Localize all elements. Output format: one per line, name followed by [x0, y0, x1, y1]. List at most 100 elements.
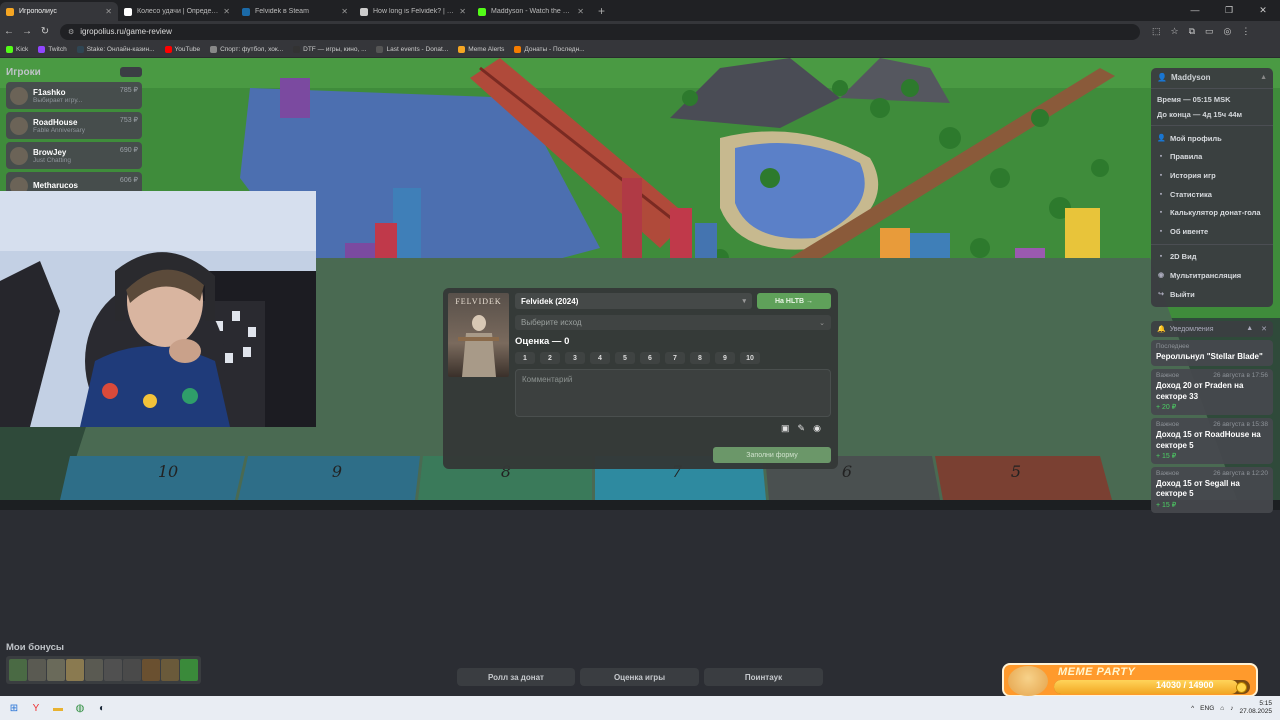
menu-item[interactable]: ▪ 2D Вид	[1151, 248, 1273, 267]
yandex-browser-icon[interactable]: Y	[28, 700, 44, 716]
player-card[interactable]: F1ashko Выбирает игру... 785 ₽	[6, 82, 142, 109]
sidebar-icon[interactable]: ▭	[1205, 26, 1214, 37]
windows-start-icon[interactable]: ⊞	[6, 700, 22, 716]
bookmark-item[interactable]: Донаты - Последн...	[514, 46, 585, 53]
points-auction-button[interactable]: Поинтаук	[704, 668, 823, 686]
bookmark-star-icon[interactable]: ☆	[1171, 26, 1179, 37]
chevron-up-icon[interactable]: ▲	[1246, 325, 1253, 333]
chrome-icon[interactable]: ◍	[72, 700, 88, 716]
bonus-slot[interactable]	[104, 659, 122, 681]
notification-date: 26 августа в 12:20	[1213, 469, 1268, 477]
bookmark-item[interactable]: DTF — игры, кино, ...	[293, 46, 366, 53]
menu-dots-icon[interactable]: ⋮	[1241, 26, 1250, 37]
steam-icon[interactable]: ◐	[94, 700, 110, 716]
player-balance: 785 ₽	[119, 87, 138, 94]
maximize-icon[interactable]: ❐	[1212, 0, 1246, 21]
file-explorer-icon[interactable]: ▬	[50, 700, 66, 716]
bonus-slot[interactable]	[9, 659, 27, 681]
tab-close-icon[interactable]: ✕	[223, 7, 230, 16]
bookmark-item[interactable]: YouTube	[164, 46, 200, 53]
clock[interactable]: 5:15 27.08.2025	[1239, 700, 1272, 716]
menu-item-label: История игр	[1170, 170, 1216, 180]
eye-icon[interactable]: ◉	[813, 423, 821, 434]
new-tab-button[interactable]: +	[590, 2, 613, 21]
menu-item[interactable]: ↪ Выйти	[1151, 285, 1273, 304]
game-select[interactable]: Felvidek (2024) ▾	[515, 293, 752, 309]
minimize-icon[interactable]: —	[1178, 0, 1212, 21]
bonus-slot[interactable]	[85, 659, 103, 681]
menu-item[interactable]: ▪ Об ивенте	[1151, 222, 1273, 241]
bonus-slot[interactable]	[180, 659, 198, 681]
profile-icon[interactable]: ◎	[1224, 26, 1232, 37]
comment-textarea[interactable]: Комментарий	[515, 369, 831, 417]
score-button[interactable]: 4	[590, 352, 610, 364]
user-menu-header[interactable]: 👤 Maddyson ▲	[1151, 70, 1273, 85]
browser-tab[interactable]: Колесо удачи | Определите по... ✕	[118, 2, 236, 21]
chevron-up-icon[interactable]: ^	[1191, 705, 1194, 712]
forward-icon[interactable]: →	[18, 26, 36, 37]
language-indicator[interactable]: ENG	[1200, 705, 1214, 712]
bookmark-item[interactable]: Спорт: футбол, хок...	[210, 46, 283, 53]
tab-close-icon[interactable]: ✕	[459, 7, 466, 16]
menu-item[interactable]: ◉ Мультитрансляция	[1151, 266, 1273, 285]
roll-for-donate-button[interactable]: Ролл за донат	[457, 668, 575, 686]
submit-button[interactable]: Заполни форму	[713, 447, 831, 463]
outcome-select[interactable]: Выберите исход ⌄	[515, 315, 831, 330]
browser-tab[interactable]: Игрополиус ✕	[0, 2, 118, 21]
score-button[interactable]: 3	[565, 352, 585, 364]
bookmark-item[interactable]: Last events - Donat...	[376, 46, 448, 53]
menu-item[interactable]: 👤 Мой профиль	[1151, 129, 1273, 148]
menu-item-icon: ◉	[1157, 272, 1165, 280]
tab-close-icon[interactable]: ✕	[105, 7, 112, 16]
back-icon[interactable]: ←	[0, 26, 18, 37]
bonus-slot[interactable]	[66, 659, 84, 681]
url-field[interactable]: ⚙ igropolius.ru/game-review	[60, 23, 1140, 40]
score-button[interactable]: 9	[715, 352, 735, 364]
menu-item[interactable]: ▪ Калькулятор донат-гола	[1151, 203, 1273, 222]
score-button[interactable]: 7	[665, 352, 685, 364]
bonus-slot[interactable]	[161, 659, 179, 681]
menu-item[interactable]: ▪ Статистика	[1151, 185, 1273, 204]
bonus-slot[interactable]	[28, 659, 46, 681]
install-icon[interactable]: ⬚	[1152, 26, 1161, 37]
bookmark-item[interactable]: Stake: Онлайн-казин...	[76, 46, 155, 53]
network-icon[interactable]: ⌂	[1220, 705, 1224, 712]
reload-icon[interactable]: ↻	[36, 26, 54, 37]
divider	[1151, 243, 1273, 245]
bookmark-item[interactable]: Meme Alerts	[458, 46, 504, 53]
chevron-up-icon[interactable]: ▲	[1260, 74, 1267, 81]
score-button[interactable]: 8	[690, 352, 710, 364]
menu-item[interactable]: ▪ Правила	[1151, 148, 1273, 167]
bonus-slot[interactable]	[142, 659, 160, 681]
score-button[interactable]: 2	[540, 352, 560, 364]
players-collapse-toggle[interactable]	[120, 67, 142, 77]
player-card[interactable]: BrowJey Just Chatting 690 ₽	[6, 142, 142, 169]
site-info-icon[interactable]: ⚙	[68, 28, 74, 36]
save-draft-icon[interactable]: ▣	[781, 423, 790, 434]
tab-close-icon[interactable]: ✕	[577, 7, 584, 16]
bookmark-item[interactable]: Twitch	[38, 46, 67, 53]
score-button[interactable]: 10	[740, 352, 760, 364]
score-button[interactable]: 5	[615, 352, 635, 364]
close-icon[interactable]: ✕	[1261, 325, 1267, 333]
browser-tab[interactable]: Maddyson - Watch the VOD on K... ✕	[472, 2, 590, 21]
bookmark-item[interactable]: Kick	[6, 46, 28, 53]
bonus-slot[interactable]	[47, 659, 65, 681]
volume-icon[interactable]: ♪	[1230, 705, 1233, 712]
close-window-icon[interactable]: ✕	[1246, 0, 1280, 21]
browser-tab[interactable]: How long is Felvidek? | HowLo... ✕	[354, 2, 472, 21]
score-button[interactable]: 6	[640, 352, 660, 364]
magic-wand-icon[interactable]: ✎	[798, 423, 806, 434]
browser-tab[interactable]: Felvidek в Steam ✕	[236, 2, 354, 21]
bonus-slot[interactable]	[123, 659, 141, 681]
notification-amount: + 15 ₽	[1156, 452, 1177, 460]
hltb-button[interactable]: На HLTB →	[757, 293, 831, 309]
menu-item-icon: 👤	[1157, 135, 1166, 143]
tab-close-icon[interactable]: ✕	[341, 7, 348, 16]
notification-card: Последнее Реролльнул "Stellar Blade"	[1151, 340, 1273, 367]
score-button[interactable]: 1	[515, 352, 535, 364]
menu-item[interactable]: ▪ История игр	[1151, 166, 1273, 185]
player-card[interactable]: RoadHouse Fable Anniversary 753 ₽	[6, 112, 142, 139]
extensions-icon[interactable]: ⧉	[1189, 26, 1195, 37]
rate-game-button[interactable]: Оценка игры	[580, 668, 699, 686]
